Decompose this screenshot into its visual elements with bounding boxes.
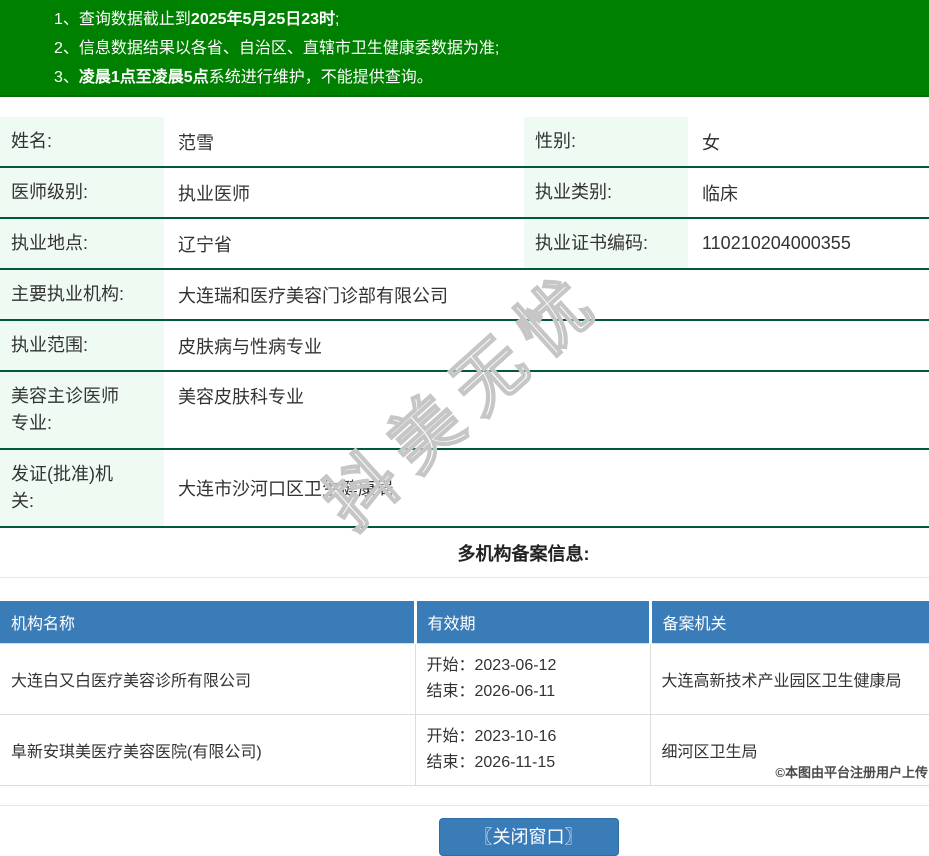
field-label-doctor-level: 医师级别: <box>0 167 164 218</box>
field-value-practice-scope: 皮肤病与性病专业 <box>164 320 929 371</box>
table-header-row: 机构名称 有效期 备案机关 <box>0 601 929 644</box>
notice-number: 2、 <box>54 40 79 57</box>
field-label-cosmetic-specialty: 美容主诊医师专业: <box>0 371 164 449</box>
notice-number: 3、 <box>54 69 79 86</box>
table-row: 医师级别: 执业医师 执业类别: 临床 <box>0 167 929 218</box>
cell-filing-authority: 大连高新技术产业园区卫生健康局 <box>650 644 929 715</box>
notice-text: ; <box>335 11 339 28</box>
button-row: 〖关闭窗口〗 <box>0 818 929 856</box>
field-value-issuing-authority: 大连市沙河口区卫生健康局 <box>164 449 929 527</box>
notice-text: 查询数据截止到 <box>79 11 191 28</box>
table-row: 发证(批准)机关: 大连市沙河口区卫生健康局 <box>0 449 929 527</box>
field-label-issuing-authority: 发证(批准)机关: <box>0 449 164 527</box>
divider <box>0 577 929 578</box>
notice-line-2: 2、信息数据结果以各省、自治区、直辖市卫生健康委数据为准; <box>54 34 909 63</box>
filing-table: 机构名称 有效期 备案机关 大连白又白医疗美容诊所有限公司 开始：2023-06… <box>0 601 929 786</box>
field-value-main-institution: 大连瑞和医疗美容门诊部有限公司 <box>164 269 929 320</box>
field-value-name: 范雪 <box>164 117 524 167</box>
practitioner-info-table: 姓名: 范雪 性别: 女 医师级别: 执业医师 执业类别: 临床 执业地点: 辽… <box>0 117 929 528</box>
notice-line-1: 1、查询数据截止到2025年5月25日23时; <box>54 5 909 34</box>
table-row: 美容主诊医师专业: 美容皮肤科专业 <box>0 371 929 449</box>
field-value-practice-category: 临床 <box>688 167 929 218</box>
section-title-multi-institution: 多机构备案信息: <box>0 543 929 565</box>
column-header-validity-period: 有效期 <box>415 601 650 644</box>
notice-line-3: 3、凌晨1点至凌晨5点系统进行维护，不能提供查询。 <box>54 63 909 92</box>
field-label-name: 姓名: <box>0 117 164 167</box>
field-label-practice-scope: 执业范围: <box>0 320 164 371</box>
notice-banner: 1、查询数据截止到2025年5月25日23时; 2、信息数据结果以各省、自治区、… <box>0 0 929 97</box>
table-row: 大连白又白医疗美容诊所有限公司 开始：2023-06-12 结束：2026-06… <box>0 644 929 715</box>
notice-number: 1、 <box>54 11 79 28</box>
cell-institution-name: 阜新安琪美医疗美容医院(有限公司) <box>0 715 415 786</box>
field-label-gender: 性别: <box>524 117 688 167</box>
divider <box>0 805 929 806</box>
notice-text-bold: 凌晨1点至凌晨5点 <box>79 69 209 86</box>
field-label-certificate-number: 执业证书编码: <box>524 218 688 269</box>
column-header-institution-name: 机构名称 <box>0 601 415 644</box>
validity-start: 开始：2023-10-16 <box>427 724 644 750</box>
column-header-filing-authority: 备案机关 <box>650 601 929 644</box>
field-value-certificate-number: 110210204000355 <box>688 218 929 269</box>
validity-end: 结束：2026-06-11 <box>427 679 644 705</box>
validity-end: 结束：2026-11-15 <box>427 750 644 776</box>
table-row: 主要执业机构: 大连瑞和医疗美容门诊部有限公司 <box>0 269 929 320</box>
upload-credit-watermark: ©本图由平台注册用户上传 <box>775 762 928 781</box>
cell-institution-name: 大连白又白医疗美容诊所有限公司 <box>0 644 415 715</box>
field-label-practice-category: 执业类别: <box>524 167 688 218</box>
field-label-practice-location: 执业地点: <box>0 218 164 269</box>
table-row: 执业地点: 辽宁省 执业证书编码: 110210204000355 <box>0 218 929 269</box>
close-window-button[interactable]: 〖关闭窗口〗 <box>439 818 619 856</box>
field-value-cosmetic-specialty: 美容皮肤科专业 <box>164 371 929 449</box>
table-row: 执业范围: 皮肤病与性病专业 <box>0 320 929 371</box>
validity-start: 开始：2023-06-12 <box>427 653 644 679</box>
field-value-practice-location: 辽宁省 <box>164 218 524 269</box>
field-value-doctor-level: 执业医师 <box>164 167 524 218</box>
cell-validity-period: 开始：2023-10-16 结束：2026-11-15 <box>415 715 650 786</box>
notice-text: 系统进行维护，不能提供查询。 <box>209 69 433 86</box>
field-value-gender: 女 <box>688 117 929 167</box>
field-label-main-institution: 主要执业机构: <box>0 269 164 320</box>
notice-text: 信息数据结果以各省、自治区、直辖市卫生健康委数据为准; <box>79 40 499 57</box>
cell-validity-period: 开始：2023-06-12 结束：2026-06-11 <box>415 644 650 715</box>
notice-text-bold: 2025年5月25日23时 <box>191 11 335 28</box>
table-row: 姓名: 范雪 性别: 女 <box>0 117 929 167</box>
